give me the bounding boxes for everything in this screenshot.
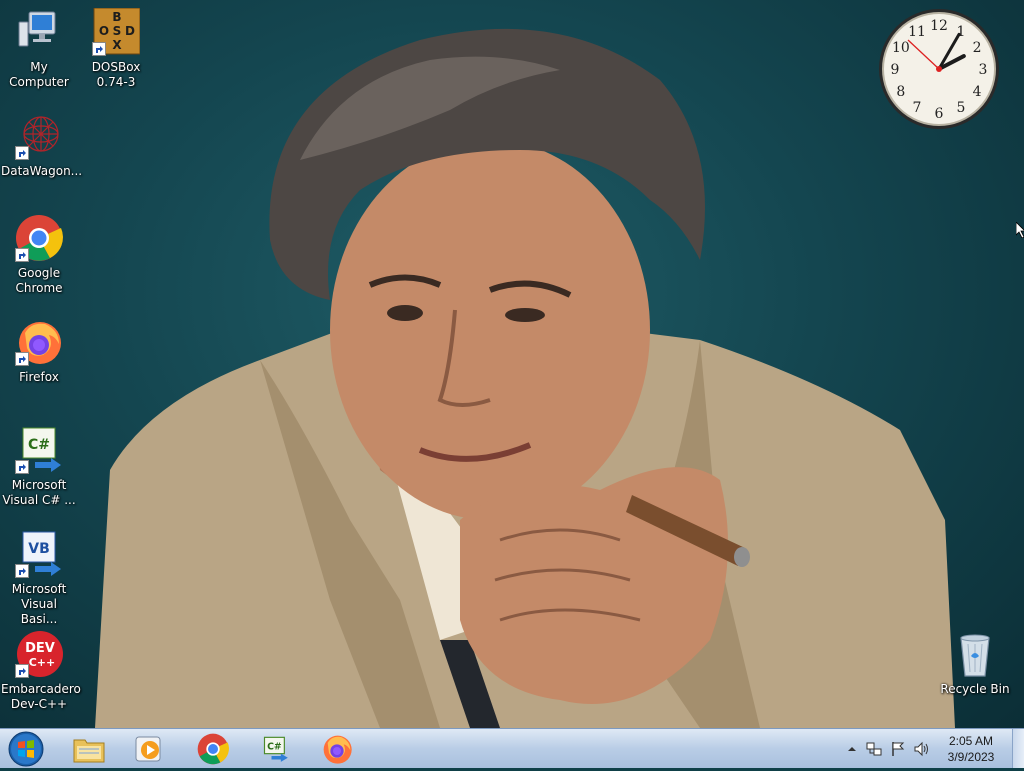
dosbox-letter: X [112, 38, 122, 52]
clock-number: 8 [896, 84, 905, 100]
desktop-icon-visual-basic[interactable]: VB Microsoft Visual Basi... [1, 530, 77, 627]
clock-number: 7 [913, 100, 922, 116]
clock-gadget[interactable]: 12 1234567891011 [877, 7, 1001, 131]
wallpaper-image [95, 28, 955, 728]
volume-icon[interactable] [913, 741, 929, 757]
desktop-icon-label: Microsoft Visual Basi... [11, 582, 67, 626]
firefox-icon [15, 318, 63, 366]
dosbox-letter: O [99, 24, 109, 38]
visual-csharp-icon: C# [263, 736, 288, 762]
folder-icon [73, 739, 105, 763]
desktop-icon-label: Recycle Bin [940, 682, 1010, 696]
devcpp-sub: C++ [29, 656, 56, 669]
taskbar-chrome[interactable] [186, 731, 240, 767]
datawagon-icon [15, 112, 63, 160]
tray-clock-time[interactable]: 2:05 AM [930, 734, 1012, 748]
dosbox-letter: D [125, 24, 135, 38]
desktop-icon-dosbox[interactable]: B O S D X DOSBox 0.74-3 [78, 7, 154, 90]
show-hidden-icons-arrow[interactable] [844, 741, 860, 757]
desktop-icon-firefox[interactable]: Firefox [1, 318, 77, 385]
desktop[interactable]: My Computer B O S D X DOSBox 0.74-3 Data… [0, 0, 1024, 728]
taskbar: C# 2:05 AM 3/9/2023 [0, 728, 1024, 768]
shortcut-arrow-icon [15, 460, 29, 474]
taskbar-explorer[interactable] [62, 731, 116, 767]
clock-number: 4 [973, 84, 982, 100]
shortcut-arrow-icon [15, 564, 29, 578]
clock-number: 2 [973, 40, 982, 56]
desktop-icon-label: Embarcadero Dev-C++ [1, 682, 81, 711]
desktop-icon-my-computer[interactable]: My Computer [1, 8, 77, 90]
clock-number: 6 [935, 106, 944, 122]
desktop-icon-datawagon[interactable]: DataWagon... [1, 112, 83, 179]
desktop-icon-devcpp[interactable]: DEV C++ Embarcadero Dev-C++ [1, 630, 81, 712]
clock-number: 3 [979, 62, 988, 78]
shortcut-arrow-icon [15, 146, 29, 160]
media-player-icon [135, 736, 161, 762]
desktop-icon-google-chrome[interactable]: Google Chrome [1, 214, 77, 296]
clock-number: 11 [908, 24, 926, 40]
clock-number: 12 [930, 18, 948, 34]
shortcut-arrow-icon [15, 664, 29, 678]
dosbox-letter: S [113, 24, 122, 38]
desktop-icon-label: My Computer [9, 60, 69, 89]
shortcut-arrow-icon [15, 352, 29, 366]
taskbar-media-player[interactable] [122, 731, 176, 767]
taskbar-firefox[interactable] [310, 731, 364, 767]
clock-number: 9 [891, 62, 900, 78]
csharp-badge: C# [267, 742, 282, 753]
show-desktop-button[interactable] [1012, 729, 1024, 768]
taskbar-visual-csharp[interactable]: C# [248, 731, 302, 767]
dosbox-letter: B [112, 10, 121, 24]
start-orb-icon [8, 731, 44, 767]
tray-clock-date[interactable]: 3/9/2023 [930, 750, 1012, 764]
clock-number: 5 [957, 100, 966, 116]
desktop-icon-label: Google Chrome [15, 266, 63, 295]
visual-basic-icon: VB [15, 530, 63, 578]
visual-csharp-icon: C# [15, 426, 63, 474]
dosbox-icon: B O S D X [92, 7, 141, 56]
mouse-cursor-icon [1016, 222, 1024, 238]
network-icon[interactable] [866, 741, 882, 757]
shortcut-arrow-icon [15, 248, 29, 262]
shortcut-arrow-icon [92, 42, 106, 56]
desktop-icon-label: Microsoft Visual C# ... [2, 478, 76, 507]
firefox-icon [323, 735, 352, 764]
desktop-icon-label: DOSBox 0.74-3 [91, 60, 141, 89]
devcpp-icon: DEV C++ [15, 630, 63, 678]
desktop-icon-recycle-bin[interactable]: Recycle Bin [937, 630, 1013, 697]
recycle-bin-icon [951, 630, 999, 678]
start-button[interactable] [6, 730, 46, 768]
csharp-badge: C# [28, 437, 50, 453]
action-center-flag-icon[interactable] [890, 741, 906, 757]
computer-icon [15, 8, 63, 56]
desktop-icon-label: DataWagon... [1, 164, 83, 178]
desktop-icon-visual-csharp[interactable]: C# Microsoft Visual C# ... [1, 426, 77, 508]
vb-badge: VB [28, 541, 50, 557]
desktop-icon-label: Firefox [19, 370, 59, 384]
chrome-icon [15, 214, 63, 262]
devcpp-badge: DEV [25, 641, 55, 656]
clock-number: 10 [892, 40, 910, 56]
chrome-icon [197, 733, 229, 765]
